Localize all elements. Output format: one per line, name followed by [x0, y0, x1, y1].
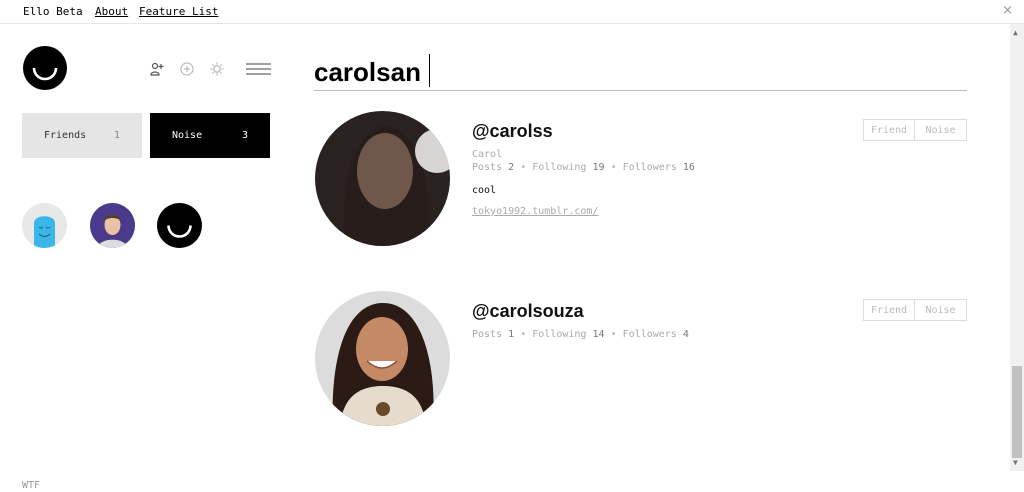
result-website-link[interactable]: tokyo1992.tumblr.com/	[472, 206, 598, 217]
noise-button[interactable]: Noise	[915, 119, 967, 141]
stats-separator: •	[520, 329, 527, 340]
ello-smile-icon	[32, 67, 58, 81]
following-count: 19	[592, 162, 605, 173]
following-avatar[interactable]	[157, 203, 202, 248]
relationship-toggle: Friend Noise	[863, 299, 967, 321]
top-bar: Ello Beta About Feature List ×	[0, 0, 1024, 24]
noise-button[interactable]: Noise	[915, 299, 967, 321]
result-avatar[interactable]	[315, 111, 450, 246]
followers-label: Followers	[622, 329, 677, 340]
plus-circle-icon[interactable]	[179, 61, 195, 77]
noise-filter-label: Noise	[172, 130, 203, 141]
search-input[interactable]	[314, 54, 967, 90]
wtf-link[interactable]: WTF	[22, 480, 40, 491]
friends-filter-button[interactable]: Friends 1	[22, 113, 142, 158]
friend-button[interactable]: Friend	[863, 299, 915, 321]
followers-count: 16	[682, 162, 695, 173]
stats-separator: •	[610, 162, 617, 173]
following-avatar[interactable]	[22, 203, 67, 248]
ello-logo[interactable]	[23, 46, 67, 90]
following-label: Following	[532, 329, 587, 340]
result-username[interactable]: @carolss	[472, 121, 553, 142]
posts-count: 1	[508, 329, 515, 340]
following-avatar[interactable]	[90, 203, 135, 248]
result-avatar[interactable]	[315, 291, 450, 426]
add-person-icon[interactable]	[149, 61, 165, 77]
followers-label: Followers	[622, 162, 677, 173]
posts-label: Posts	[472, 329, 503, 340]
result-stats: Posts 1 • Following 14 • Followers 4	[472, 329, 689, 340]
friends-filter-label: Friends	[44, 130, 87, 141]
result-username[interactable]: @carolsouza	[472, 301, 584, 322]
stats-separator: •	[520, 162, 527, 173]
posts-count: 2	[508, 162, 515, 173]
following-label: Following	[532, 162, 587, 173]
followers-count: 4	[682, 329, 689, 340]
scrollbar-thumb[interactable]	[1012, 366, 1022, 458]
following-count: 14	[592, 329, 605, 340]
gear-icon[interactable]	[209, 61, 225, 77]
noise-filter-button[interactable]: Noise 3	[150, 113, 270, 158]
result-bio: cool	[472, 185, 497, 196]
friend-button[interactable]: Friend	[863, 119, 915, 141]
brand-label: Ello Beta	[23, 5, 83, 18]
stats-separator: •	[610, 329, 617, 340]
feature-list-link[interactable]: Feature List	[139, 5, 218, 18]
text-cursor	[429, 54, 430, 87]
hamburger-menu-icon[interactable]	[246, 61, 271, 77]
vertical-scrollbar[interactable]: ▲ ▼	[1010, 24, 1024, 471]
noise-filter-count: 3	[241, 130, 248, 141]
close-icon[interactable]: ×	[1002, 3, 1013, 18]
scroll-up-icon[interactable]: ▲	[1013, 28, 1018, 37]
search-bar	[314, 54, 967, 91]
relationship-toggle: Friend Noise	[863, 119, 967, 141]
result-stats: Posts 2 • Following 19 • Followers 16	[472, 162, 695, 173]
friends-filter-count: 1	[113, 130, 120, 141]
scroll-down-icon[interactable]: ▼	[1013, 458, 1018, 467]
result-realname: Carol	[472, 149, 503, 160]
about-link[interactable]: About	[95, 5, 128, 18]
posts-label: Posts	[472, 162, 503, 173]
